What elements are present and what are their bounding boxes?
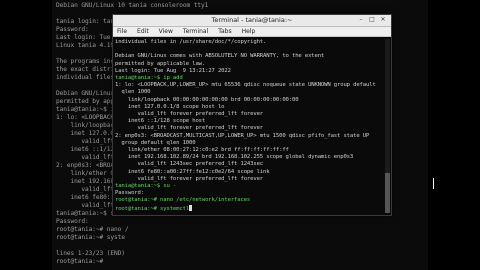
- terminal-line: permitted by applicable law.: [115, 61, 205, 68]
- terminal-line: valid_lft 1243sec preferred_lft 1243sec: [115, 161, 264, 168]
- terminal-line-text: root@tania:~# systemctl: [115, 205, 190, 212]
- terminal-line-text: group default qlen 1000: [115, 139, 196, 146]
- terminal-line: valid_lft forever preferred_lft forever: [115, 175, 264, 183]
- terminal-line-text: individual files in /usr/share/doc/*/cop…: [115, 39, 267, 45]
- terminal-line-text: valid_lft forever preferred_lft forever: [115, 125, 264, 132]
- window-title: Terminal - tania@tania:~: [211, 16, 293, 24]
- terminal-output[interactable]: individual files in /usr/share/doc/*/cop…: [113, 38, 383, 215]
- terminal-window[interactable]: Terminal - tania@tania:~ – □ ✕ File Edit…: [112, 14, 392, 216]
- console-line: lines 1-23/23 (END): [56, 250, 125, 257]
- terminal-line: Password:: [115, 190, 144, 197]
- menu-file[interactable]: File: [117, 27, 127, 36]
- terminal-line: link/loopback 00:00:00:00:00:00 brd 00:0…: [115, 96, 299, 104]
- terminal-line-text: valid_lft forever preferred_lft forever: [115, 175, 264, 182]
- menu-bar: File Edit View Terminal Tabs Help: [113, 27, 391, 37]
- menu-edit[interactable]: Edit: [137, 27, 149, 36]
- console-line: root@tania:~#: [56, 258, 104, 265]
- text-cursor-icon: [432, 178, 435, 189]
- terminal-line-text: tania@tania:~$ su -: [115, 183, 177, 189]
- minimize-button[interactable]: –: [357, 16, 365, 24]
- terminal-line-text: 2: enp0s3: <BROADCAST,MULTICAST,UP,LOWER…: [115, 132, 370, 139]
- terminal-line: tania@tania:~$ ip add: [115, 75, 183, 82]
- console-line: Debian GNU/Linux 10 tania consoleroom tt…: [56, 2, 209, 9]
- terminal-line-text: permitted by applicable law.: [115, 60, 206, 67]
- terminal-line-text: link/ether 08:00:27:12:c0:e2 brd ff:ff:f…: [115, 147, 289, 153]
- terminal-line-text: valid_lft forever preferred_lft forever: [115, 111, 264, 117]
- terminal-line: valid_lft forever preferred_lft forever: [115, 125, 264, 132]
- terminal-cursor: [189, 204, 193, 211]
- menu-view[interactable]: View: [159, 27, 173, 36]
- terminal-line-text: inet6 ::1/128 scope host: [115, 118, 206, 125]
- scrollbar-thumb[interactable]: [385, 173, 390, 213]
- terminal-line-text: inet 127.0.0.1/8 scope host lo: [115, 103, 225, 110]
- terminal-line-text: Last login: Tue Aug 9 13:21:27 2022: [115, 67, 231, 74]
- terminal-line: qlen 1000: [115, 89, 150, 96]
- terminal-line: Debian GNU/Linux comes with ABSOLUTELY N…: [115, 53, 324, 60]
- menu-tabs[interactable]: Tabs: [218, 27, 231, 36]
- terminal-line: Last login: Tue Aug 9 13:21:27 2022: [115, 68, 231, 75]
- terminal-line: root@tania:~# systemctl: [115, 204, 193, 213]
- console-line: Password:: [56, 218, 89, 225]
- right-letterbox: [428, 0, 480, 270]
- terminal-line: individual files in /usr/share/doc/*/cop…: [115, 39, 266, 46]
- terminal-line-text: 1: lo: <LOOPBACK,UP,LOWER_UP> mtu 65536 …: [115, 82, 376, 89]
- terminal-line-text: inet6 fe80::a00:27ff:fe12:c0e2/64 scope …: [115, 168, 270, 175]
- terminal-line: valid_lft forever preferred_lft forever: [115, 111, 264, 118]
- terminal-line-text: tania@tania:~$ ip add: [115, 75, 183, 81]
- console-line: root@tania:~# syste: [56, 234, 125, 241]
- console-line: root@tania:~# nano /: [56, 226, 129, 233]
- left-letterbox: [0, 0, 52, 270]
- window-titlebar[interactable]: Terminal - tania@tania:~ – □ ✕: [113, 15, 391, 27]
- terminal-line-text: valid_lft 1243sec preferred_lft 1243sec: [115, 161, 264, 168]
- terminal-line-text: link/loopback 00:00:00:00:00:00 brd 00:0…: [115, 96, 299, 103]
- terminal-line: inet 127.0.0.1/8 scope host lo: [115, 103, 225, 111]
- maximize-button[interactable]: □: [368, 16, 376, 24]
- terminal-line: tania@tania:~$ su -: [115, 183, 176, 190]
- terminal-line: 2: enp0s3: <BROADCAST,MULTICAST,UP,LOWER…: [115, 133, 369, 140]
- terminal-line: inet6 ::1/128 scope host: [115, 118, 205, 125]
- terminal-line-text: inet 192.168.102.89/24 brd 192.168.102.2…: [115, 154, 354, 161]
- close-button[interactable]: ✕: [379, 16, 387, 24]
- terminal-line: 1: lo: <LOOPBACK,UP,LOWER_UP> mtu 65536 …: [115, 82, 376, 89]
- terminal-line-text: qlen 1000: [115, 89, 151, 96]
- terminal-line: group default qlen 1000: [115, 140, 195, 147]
- menu-terminal[interactable]: Terminal: [183, 27, 208, 36]
- terminal-line-text: Debian GNU/Linux comes with ABSOLUTELY N…: [115, 53, 325, 60]
- terminal-line-text: root@tania:~# nano /etc/network/interfac…: [115, 197, 251, 204]
- scrollbar[interactable]: [385, 39, 390, 213]
- terminal-line: root@tania:~# nano /etc/network/interfac…: [115, 197, 250, 204]
- terminal-line-text: Password:: [115, 190, 144, 197]
- terminal-line: link/ether 08:00:27:12:c0:e2 brd ff:ff:f…: [115, 147, 289, 154]
- menu-help[interactable]: Help: [242, 27, 256, 36]
- console-line: Password:: [56, 26, 89, 33]
- terminal-line: inet6 fe80::a00:27ff:fe12:c0e2/64 scope …: [115, 168, 270, 176]
- terminal-line: inet 192.168.102.89/24 brd 192.168.102.2…: [115, 154, 353, 161]
